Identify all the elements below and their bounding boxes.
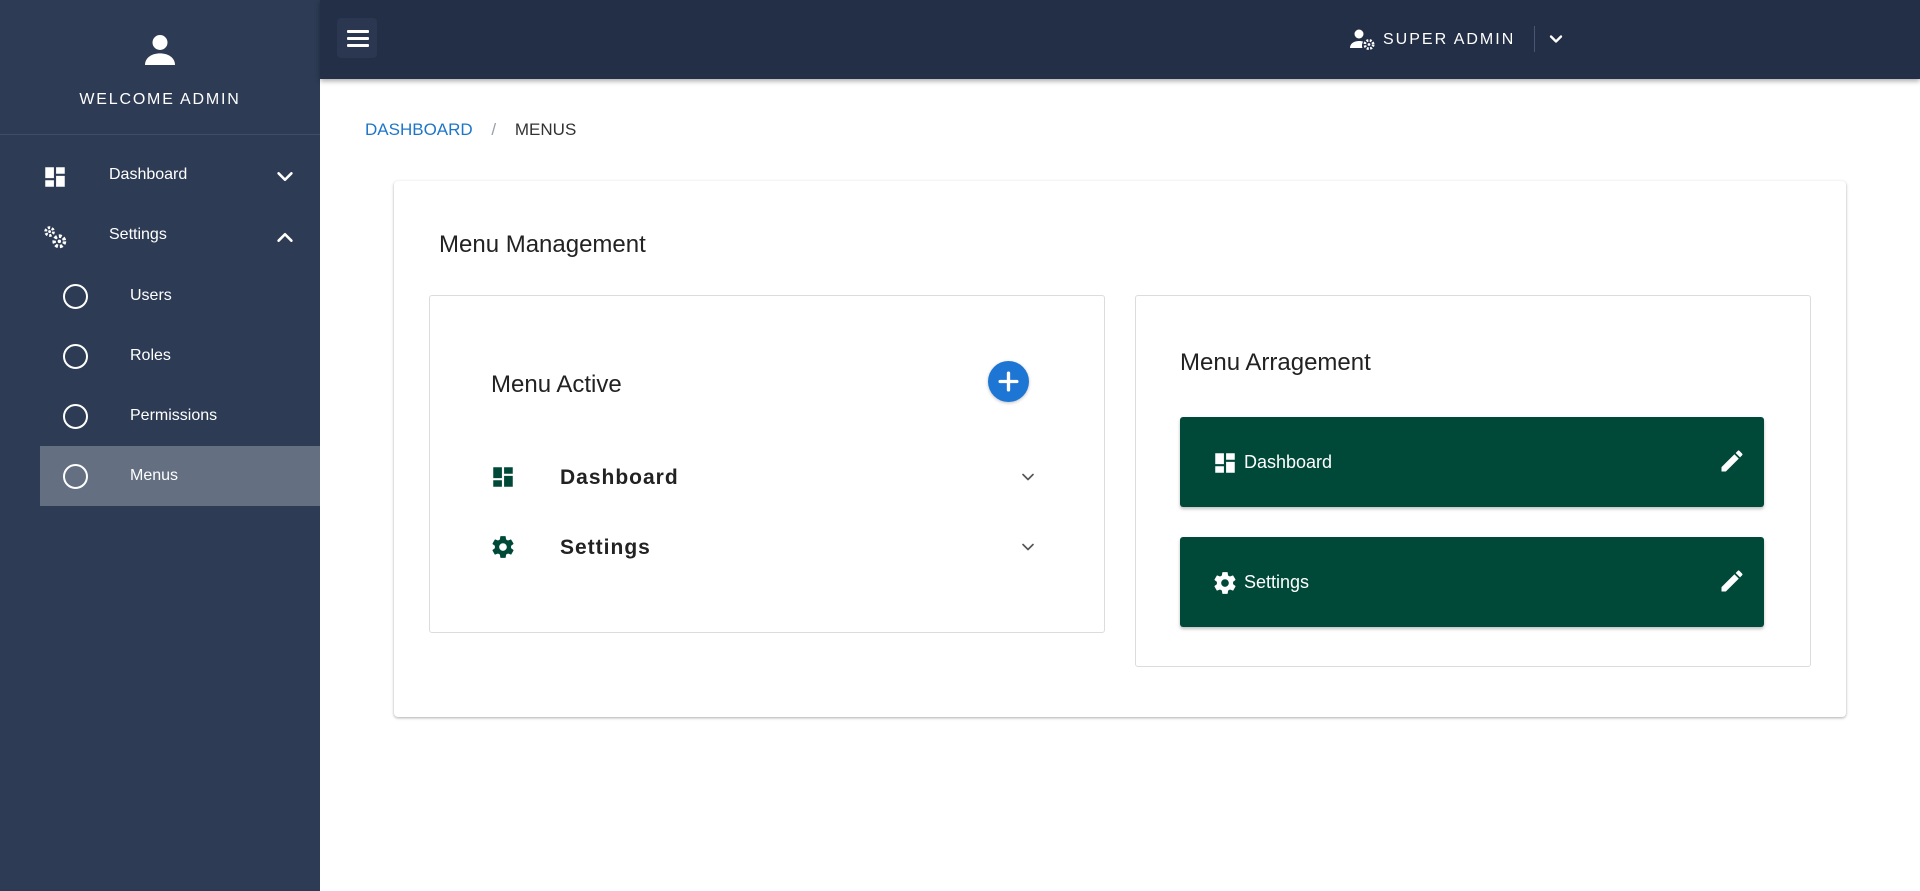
gear-icon	[492, 536, 514, 558]
circle-icon	[63, 404, 88, 429]
hamburger-line	[347, 37, 369, 40]
menu-arrangement-title: Menu Arragement	[1180, 349, 1371, 376]
dashboard-icon	[493, 467, 513, 487]
user-cog-icon	[1350, 29, 1375, 50]
breadcrumb-separator: /	[491, 120, 497, 139]
sidebar-item-menus[interactable]: Menus	[40, 446, 320, 506]
sidebar-profile: WELCOME ADMIN	[0, 0, 320, 135]
circle-icon	[63, 464, 88, 489]
welcome-text: WELCOME ADMIN	[79, 91, 241, 108]
arrangement-item-settings[interactable]: Settings	[1180, 537, 1764, 627]
menu-active-item-dashboard[interactable]: Dashboard	[490, 458, 1050, 498]
breadcrumb-current: MENUS	[514, 120, 577, 139]
sidebar-item-label: Settings	[109, 226, 167, 243]
chevron-down-icon	[277, 172, 293, 182]
pencil-edit-icon[interactable]	[1718, 567, 1746, 595]
sidebar-item-label: Users	[130, 287, 172, 304]
sidebar-item-label: Menus	[130, 467, 179, 484]
arrangement-item-label: Dashboard	[1244, 452, 1333, 472]
chevron-down-icon[interactable]	[1018, 467, 1038, 487]
hamburger-line	[347, 30, 369, 33]
menu-active-panel: Menu Active Dashboard Settings	[429, 295, 1105, 633]
sidebar-item-users[interactable]: Users	[40, 266, 320, 326]
sidebar: WELCOME ADMIN Dashboard Settings Users R…	[0, 0, 320, 891]
add-menu-button[interactable]	[988, 361, 1029, 402]
sidebar-item-label: Dashboard	[109, 166, 188, 183]
gear-icon	[1214, 572, 1236, 594]
menu-arrangement-panel: Menu Arragement Dashboard Settings	[1135, 295, 1811, 667]
page-title: Menu Management	[439, 231, 646, 258]
menu-item-label: Dashboard	[560, 466, 679, 489]
arrangement-item-label: Settings	[1244, 572, 1310, 592]
divider	[1534, 26, 1535, 52]
sidebar-item-label: Roles	[130, 347, 171, 364]
user-name: SUPER ADMIN	[1383, 31, 1516, 48]
breadcrumb-link-dashboard[interactable]: DASHBOARD	[365, 120, 473, 139]
arrangement-item-dashboard[interactable]: Dashboard	[1180, 417, 1764, 507]
user-avatar-icon	[145, 35, 175, 65]
circle-icon	[63, 284, 88, 309]
hamburger-menu-button[interactable]	[337, 18, 377, 58]
breadcrumb: DASHBOARD / MENUS	[365, 120, 576, 140]
sidebar-item-dashboard[interactable]: Dashboard	[0, 146, 320, 206]
menu-item-label: Settings	[560, 536, 651, 559]
dashboard-icon	[1215, 453, 1235, 473]
menu-active-title: Menu Active	[491, 371, 622, 398]
sidebar-item-settings[interactable]: Settings	[0, 206, 320, 266]
plus-icon	[998, 371, 1019, 392]
chevron-down-icon[interactable]	[1546, 29, 1566, 49]
circle-icon	[63, 344, 88, 369]
settings-icon	[44, 226, 67, 249]
dashboard-icon	[45, 167, 65, 187]
hamburger-line	[347, 44, 369, 47]
topbar: SUPER ADMIN	[320, 0, 1920, 79]
pencil-edit-icon[interactable]	[1718, 447, 1746, 475]
menu-management-card: Menu Management Menu Active Dashboard Se…	[394, 181, 1846, 717]
sidebar-item-label: Permissions	[130, 407, 218, 424]
chevron-down-icon[interactable]	[1018, 537, 1038, 557]
menu-active-item-settings[interactable]: Settings	[490, 528, 1050, 568]
chevron-up-icon	[277, 232, 293, 242]
sidebar-item-permissions[interactable]: Permissions	[40, 386, 320, 446]
sidebar-item-roles[interactable]: Roles	[40, 326, 320, 386]
